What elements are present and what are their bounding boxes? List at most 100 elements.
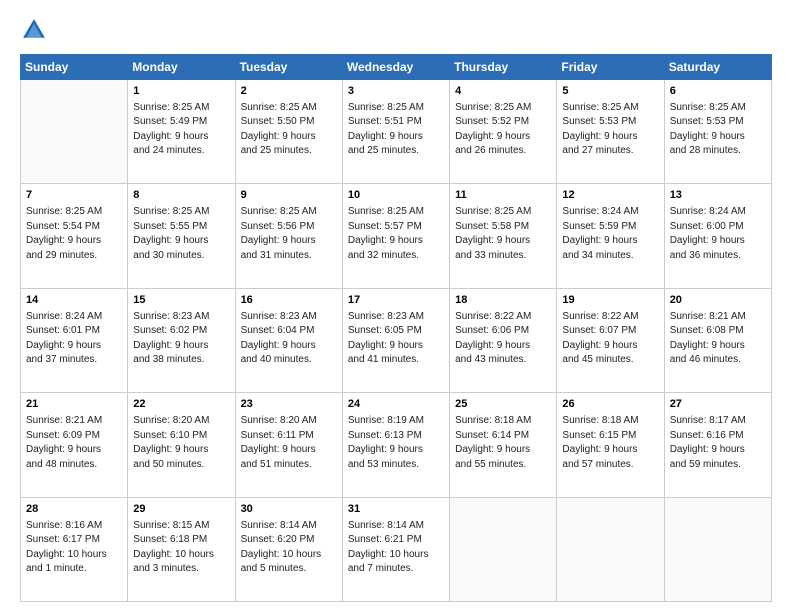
calendar-week-row: 7Sunrise: 8:25 AM Sunset: 5:54 PM Daylig… xyxy=(21,184,772,288)
header xyxy=(20,16,772,44)
calendar-day-header: Tuesday xyxy=(235,55,342,80)
calendar-day-header: Wednesday xyxy=(342,55,449,80)
day-info: Sunrise: 8:25 AM Sunset: 5:54 PM Dayligh… xyxy=(26,205,122,263)
calendar-cell: 9Sunrise: 8:25 AM Sunset: 5:56 PM Daylig… xyxy=(235,184,342,288)
calendar-cell xyxy=(21,80,128,184)
day-info: Sunrise: 8:23 AM Sunset: 6:05 PM Dayligh… xyxy=(348,310,444,368)
calendar-day-header: Thursday xyxy=(450,55,557,80)
calendar-cell: 7Sunrise: 8:25 AM Sunset: 5:54 PM Daylig… xyxy=(21,184,128,288)
calendar-cell: 25Sunrise: 8:18 AM Sunset: 6:14 PM Dayli… xyxy=(450,393,557,497)
calendar-cell: 16Sunrise: 8:23 AM Sunset: 6:04 PM Dayli… xyxy=(235,288,342,392)
calendar-cell: 2Sunrise: 8:25 AM Sunset: 5:50 PM Daylig… xyxy=(235,80,342,184)
day-info: Sunrise: 8:24 AM Sunset: 6:01 PM Dayligh… xyxy=(26,310,122,368)
day-number: 29 xyxy=(133,502,229,518)
day-info: Sunrise: 8:21 AM Sunset: 6:08 PM Dayligh… xyxy=(670,310,766,368)
calendar-cell: 17Sunrise: 8:23 AM Sunset: 6:05 PM Dayli… xyxy=(342,288,449,392)
day-info: Sunrise: 8:23 AM Sunset: 6:04 PM Dayligh… xyxy=(241,310,337,368)
day-info: Sunrise: 8:21 AM Sunset: 6:09 PM Dayligh… xyxy=(26,414,122,472)
day-info: Sunrise: 8:23 AM Sunset: 6:02 PM Dayligh… xyxy=(133,310,229,368)
calendar-week-row: 21Sunrise: 8:21 AM Sunset: 6:09 PM Dayli… xyxy=(21,393,772,497)
day-info: Sunrise: 8:14 AM Sunset: 6:20 PM Dayligh… xyxy=(241,519,337,577)
calendar-day-header: Monday xyxy=(128,55,235,80)
calendar-cell: 8Sunrise: 8:25 AM Sunset: 5:55 PM Daylig… xyxy=(128,184,235,288)
calendar-cell: 28Sunrise: 8:16 AM Sunset: 6:17 PM Dayli… xyxy=(21,497,128,601)
day-number: 10 xyxy=(348,188,444,204)
day-number: 18 xyxy=(455,293,551,309)
day-number: 22 xyxy=(133,397,229,413)
calendar-week-row: 1Sunrise: 8:25 AM Sunset: 5:49 PM Daylig… xyxy=(21,80,772,184)
day-info: Sunrise: 8:25 AM Sunset: 5:51 PM Dayligh… xyxy=(348,101,444,159)
day-info: Sunrise: 8:24 AM Sunset: 5:59 PM Dayligh… xyxy=(562,205,658,263)
calendar-cell: 23Sunrise: 8:20 AM Sunset: 6:11 PM Dayli… xyxy=(235,393,342,497)
generalblue-logo-icon xyxy=(20,16,48,44)
day-number: 26 xyxy=(562,397,658,413)
day-number: 17 xyxy=(348,293,444,309)
calendar-cell: 22Sunrise: 8:20 AM Sunset: 6:10 PM Dayli… xyxy=(128,393,235,497)
day-number: 27 xyxy=(670,397,766,413)
day-number: 19 xyxy=(562,293,658,309)
day-number: 13 xyxy=(670,188,766,204)
calendar-cell: 26Sunrise: 8:18 AM Sunset: 6:15 PM Dayli… xyxy=(557,393,664,497)
day-number: 7 xyxy=(26,188,122,204)
calendar-header-row: SundayMondayTuesdayWednesdayThursdayFrid… xyxy=(21,55,772,80)
calendar-week-row: 28Sunrise: 8:16 AM Sunset: 6:17 PM Dayli… xyxy=(21,497,772,601)
day-info: Sunrise: 8:19 AM Sunset: 6:13 PM Dayligh… xyxy=(348,414,444,472)
day-info: Sunrise: 8:25 AM Sunset: 5:53 PM Dayligh… xyxy=(670,101,766,159)
day-info: Sunrise: 8:20 AM Sunset: 6:10 PM Dayligh… xyxy=(133,414,229,472)
day-info: Sunrise: 8:18 AM Sunset: 6:14 PM Dayligh… xyxy=(455,414,551,472)
day-number: 28 xyxy=(26,502,122,518)
day-number: 30 xyxy=(241,502,337,518)
calendar-cell: 6Sunrise: 8:25 AM Sunset: 5:53 PM Daylig… xyxy=(664,80,771,184)
calendar-cell: 10Sunrise: 8:25 AM Sunset: 5:57 PM Dayli… xyxy=(342,184,449,288)
calendar-day-header: Friday xyxy=(557,55,664,80)
day-number: 14 xyxy=(26,293,122,309)
calendar-cell xyxy=(450,497,557,601)
day-info: Sunrise: 8:15 AM Sunset: 6:18 PM Dayligh… xyxy=(133,519,229,577)
day-info: Sunrise: 8:25 AM Sunset: 5:55 PM Dayligh… xyxy=(133,205,229,263)
day-number: 12 xyxy=(562,188,658,204)
calendar-week-row: 14Sunrise: 8:24 AM Sunset: 6:01 PM Dayli… xyxy=(21,288,772,392)
calendar-cell: 30Sunrise: 8:14 AM Sunset: 6:20 PM Dayli… xyxy=(235,497,342,601)
calendar-cell: 1Sunrise: 8:25 AM Sunset: 5:49 PM Daylig… xyxy=(128,80,235,184)
day-number: 5 xyxy=(562,84,658,100)
day-number: 31 xyxy=(348,502,444,518)
day-number: 15 xyxy=(133,293,229,309)
day-info: Sunrise: 8:25 AM Sunset: 5:49 PM Dayligh… xyxy=(133,101,229,159)
day-number: 24 xyxy=(348,397,444,413)
day-number: 2 xyxy=(241,84,337,100)
calendar-cell xyxy=(664,497,771,601)
day-number: 16 xyxy=(241,293,337,309)
calendar-cell: 13Sunrise: 8:24 AM Sunset: 6:00 PM Dayli… xyxy=(664,184,771,288)
day-number: 21 xyxy=(26,397,122,413)
day-number: 1 xyxy=(133,84,229,100)
calendar-day-header: Saturday xyxy=(664,55,771,80)
day-info: Sunrise: 8:22 AM Sunset: 6:06 PM Dayligh… xyxy=(455,310,551,368)
day-info: Sunrise: 8:17 AM Sunset: 6:16 PM Dayligh… xyxy=(670,414,766,472)
page: SundayMondayTuesdayWednesdayThursdayFrid… xyxy=(0,0,792,612)
day-info: Sunrise: 8:25 AM Sunset: 5:50 PM Dayligh… xyxy=(241,101,337,159)
day-number: 6 xyxy=(670,84,766,100)
day-info: Sunrise: 8:14 AM Sunset: 6:21 PM Dayligh… xyxy=(348,519,444,577)
day-info: Sunrise: 8:22 AM Sunset: 6:07 PM Dayligh… xyxy=(562,310,658,368)
day-info: Sunrise: 8:24 AM Sunset: 6:00 PM Dayligh… xyxy=(670,205,766,263)
day-number: 20 xyxy=(670,293,766,309)
calendar-cell: 24Sunrise: 8:19 AM Sunset: 6:13 PM Dayli… xyxy=(342,393,449,497)
day-number: 4 xyxy=(455,84,551,100)
day-number: 3 xyxy=(348,84,444,100)
day-number: 25 xyxy=(455,397,551,413)
day-info: Sunrise: 8:25 AM Sunset: 5:56 PM Dayligh… xyxy=(241,205,337,263)
day-number: 11 xyxy=(455,188,551,204)
calendar-cell: 20Sunrise: 8:21 AM Sunset: 6:08 PM Dayli… xyxy=(664,288,771,392)
calendar-cell: 19Sunrise: 8:22 AM Sunset: 6:07 PM Dayli… xyxy=(557,288,664,392)
calendar-cell: 11Sunrise: 8:25 AM Sunset: 5:58 PM Dayli… xyxy=(450,184,557,288)
day-info: Sunrise: 8:20 AM Sunset: 6:11 PM Dayligh… xyxy=(241,414,337,472)
calendar-table: SundayMondayTuesdayWednesdayThursdayFrid… xyxy=(20,54,772,602)
day-info: Sunrise: 8:25 AM Sunset: 5:52 PM Dayligh… xyxy=(455,101,551,159)
day-info: Sunrise: 8:18 AM Sunset: 6:15 PM Dayligh… xyxy=(562,414,658,472)
calendar-cell: 4Sunrise: 8:25 AM Sunset: 5:52 PM Daylig… xyxy=(450,80,557,184)
calendar-cell: 15Sunrise: 8:23 AM Sunset: 6:02 PM Dayli… xyxy=(128,288,235,392)
day-info: Sunrise: 8:25 AM Sunset: 5:57 PM Dayligh… xyxy=(348,205,444,263)
calendar-cell: 27Sunrise: 8:17 AM Sunset: 6:16 PM Dayli… xyxy=(664,393,771,497)
calendar-cell: 31Sunrise: 8:14 AM Sunset: 6:21 PM Dayli… xyxy=(342,497,449,601)
logo xyxy=(20,16,52,44)
